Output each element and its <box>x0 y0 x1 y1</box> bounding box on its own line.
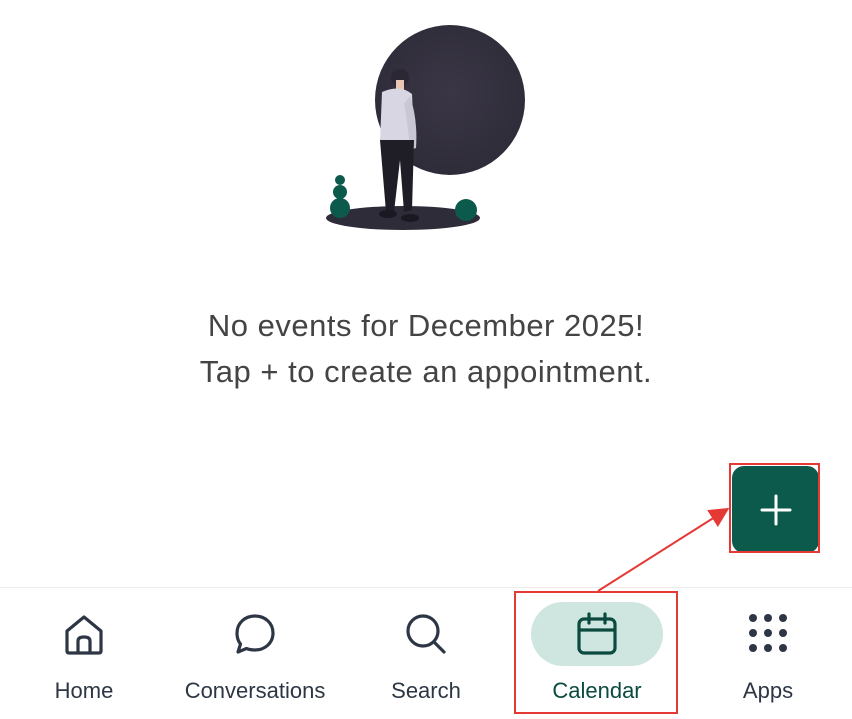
calendar-screen: No events for December 2025! Tap + to cr… <box>0 0 852 719</box>
nav-home-icon-container <box>18 602 150 666</box>
nav-item-search[interactable]: Search <box>360 588 492 719</box>
nav-conversations-icon-container <box>189 602 321 666</box>
chat-bubble-icon <box>235 614 275 654</box>
nav-label-calendar: Calendar <box>552 678 642 703</box>
nav-apps-icon-container <box>702 602 834 666</box>
apps-grid-icon <box>749 614 787 652</box>
empty-state-line-2: Tap + to create an appointment. <box>199 354 653 389</box>
empty-state-illustration <box>326 25 525 230</box>
nav-search-icon-container <box>360 602 492 666</box>
nav-label-home: Home <box>54 678 114 703</box>
calendar-icon <box>577 612 617 655</box>
nav-item-home[interactable]: Home <box>18 588 150 719</box>
nav-label-apps: Apps <box>742 678 794 703</box>
nav-label-search: Search <box>391 678 461 703</box>
nav-item-apps[interactable]: Apps <box>702 588 834 719</box>
nav-item-calendar[interactable]: Calendar <box>531 588 663 719</box>
bottom-navigation-bar: Home Conversations Search Calendar Apps <box>0 587 852 719</box>
plus-icon <box>760 494 791 525</box>
nav-item-conversations[interactable]: Conversations <box>185 588 325 719</box>
empty-state-message: No events for December 2025! Tap + to cr… <box>0 303 852 395</box>
empty-state-line-1: No events for December 2025! <box>207 308 645 343</box>
nav-calendar-active-pill <box>531 602 663 666</box>
nav-label-conversations: Conversations <box>184 678 326 703</box>
create-appointment-button[interactable] <box>732 466 819 553</box>
search-icon <box>406 614 446 654</box>
home-icon <box>65 615 103 655</box>
